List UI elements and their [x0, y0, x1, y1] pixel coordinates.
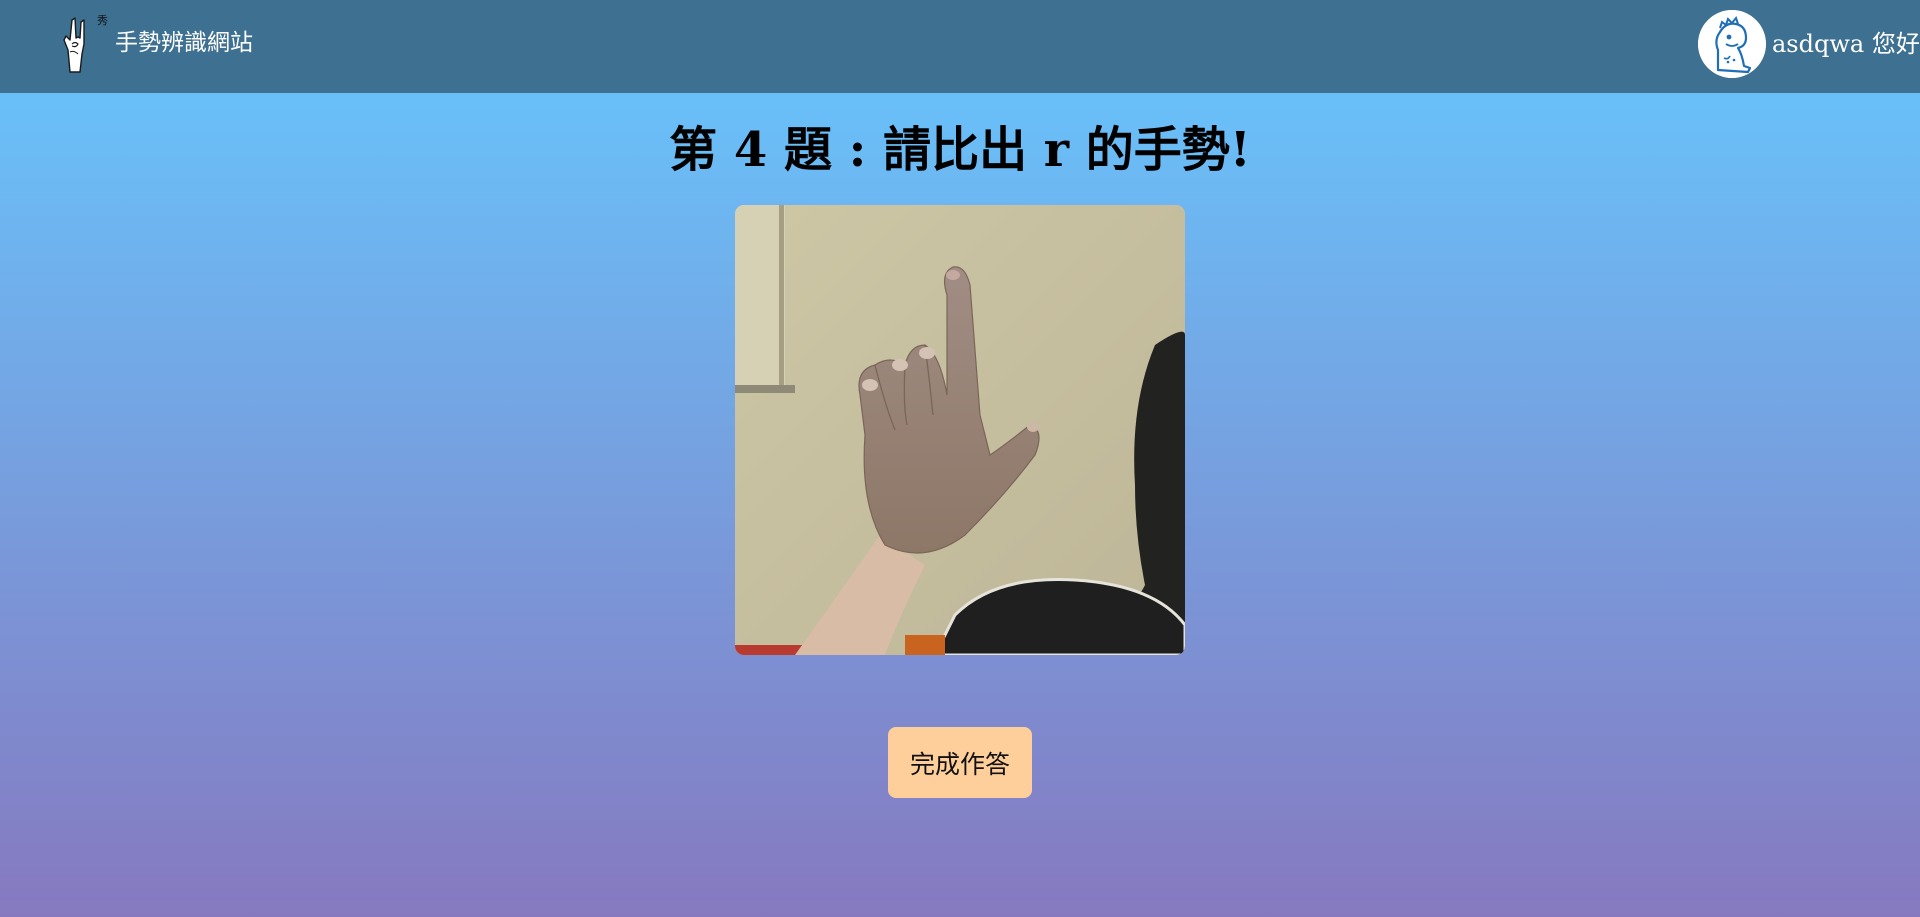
rock-hand-gesture-icon[interactable]: 秀 — [56, 10, 110, 76]
dinosaur-avatar-icon[interactable] — [1698, 10, 1766, 78]
user-greeting: asdqwa 您好 — [1772, 30, 1920, 58]
site-title[interactable]: 手勢辨識網站 — [115, 28, 253, 58]
question-title: 第 4 題 : 請比出 r 的手勢! — [669, 122, 1251, 178]
submit-answer-button[interactable]: 完成作答 — [888, 727, 1032, 798]
top-navbar: 秀 手勢辨識網站 asdqwa 您好 — [0, 0, 1920, 93]
webcam-hand-image — [735, 205, 1185, 655]
logo-caption: 秀 — [97, 14, 108, 27]
